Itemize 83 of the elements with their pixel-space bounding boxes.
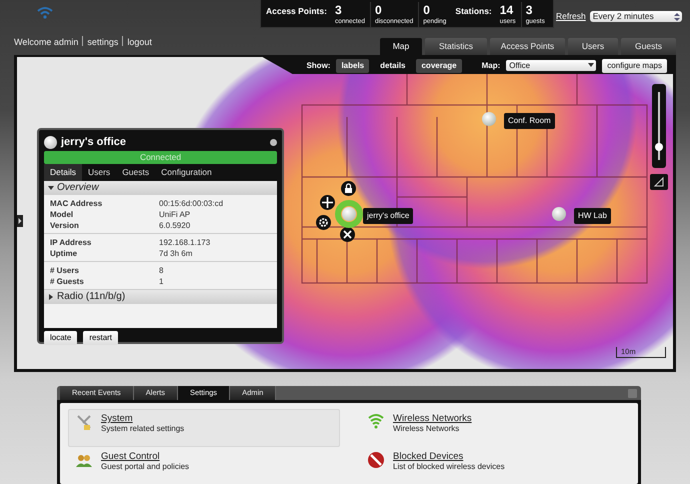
tab[interactable]: Guests: [116, 164, 156, 181]
tab[interactable]: Statistics: [425, 38, 487, 55]
dropdown-caret-icon: [674, 12, 680, 21]
access-point-label: Conf. Room: [504, 113, 555, 129]
settings-link[interactable]: Guest Control: [101, 451, 190, 462]
map-label: Map:: [482, 60, 500, 72]
tab[interactable]: Access Points: [490, 38, 565, 55]
wifi-signal-icon: [367, 413, 385, 431]
field-label: IP Address: [50, 237, 92, 248]
expanded-caret-icon: [48, 185, 54, 191]
settings-description: Wireless Networks: [393, 424, 460, 434]
collapsed-caret-icon: [48, 294, 54, 300]
field-value: 6.0.5920: [159, 220, 190, 231]
header-link[interactable]: settings: [87, 36, 118, 49]
tools-icon: [75, 413, 93, 431]
access-point-icon: [44, 136, 57, 148]
field-label: # Guests: [50, 276, 85, 287]
field-label: Model: [50, 209, 74, 220]
settings-link[interactable]: Blocked Devices: [393, 451, 505, 462]
settings-icon[interactable]: [316, 215, 331, 230]
wifi-logo-icon: [36, 5, 54, 19]
lock-icon[interactable]: [341, 181, 356, 196]
field-label: MAC Address: [50, 198, 104, 209]
field-label: # Users: [50, 265, 80, 276]
field-value: 1: [159, 276, 164, 287]
move-icon[interactable]: [320, 195, 335, 210]
dropdown-caret-icon: [588, 62, 594, 68]
stat-value: 3: [526, 3, 534, 17]
field-label: Version: [50, 220, 80, 231]
stat-value: 14: [500, 3, 514, 17]
settings-description: List of blocked wireless devices: [393, 462, 505, 472]
field-value: 00:15:6d:00:03:cd: [159, 198, 224, 209]
zoom-slider-thumb[interactable]: [655, 143, 663, 152]
welcome-text: Welcome admin: [14, 36, 78, 48]
access-point-label: HW Lab: [574, 208, 611, 224]
close-icon[interactable]: [270, 138, 277, 146]
tab[interactable]: Users: [82, 164, 116, 181]
stats-label: Access Points:: [265, 5, 328, 18]
stat-value: 0: [423, 3, 431, 17]
tab[interactable]: Configuration: [155, 164, 218, 181]
field-value: 192.168.1.173: [159, 237, 210, 248]
show-label: Show:: [306, 60, 330, 72]
status-bar: Connected: [44, 151, 277, 164]
tab[interactable]: Details: [44, 164, 82, 181]
tab[interactable]: Guests: [621, 38, 676, 55]
panel-button[interactable]: locate: [44, 331, 78, 345]
panel-button[interactable]: restart: [83, 331, 118, 345]
collapse-handle-icon[interactable]: [17, 215, 23, 227]
show-toggle[interactable]: coverage: [416, 58, 462, 72]
close-icon[interactable]: [340, 227, 355, 242]
field-value: UniFi AP: [159, 209, 190, 220]
refresh-select[interactable]: Every 2 minutes: [590, 10, 682, 22]
refresh-link[interactable]: Refresh: [556, 10, 586, 23]
zoom-slider[interactable]: [652, 84, 666, 168]
stat-value: 0: [374, 3, 383, 17]
field-value: 7d 3h 6m: [159, 248, 192, 259]
section-title: Overview: [57, 181, 99, 195]
section-title: Radio (11n/b/g): [57, 290, 126, 304]
settings-item[interactable]: Blocked Devices List of blocked wireless devices: [360, 447, 632, 484]
stats-label: Stations:: [454, 5, 493, 18]
map-select[interactable]: Office: [506, 60, 596, 71]
tab[interactable]: Users: [568, 38, 618, 55]
configure-maps-button[interactable]: configure maps: [602, 58, 667, 72]
section-header[interactable]: Radio (11n/b/g): [44, 290, 277, 304]
field-label: Uptime: [50, 248, 78, 259]
field-value: 8: [159, 265, 164, 276]
access-point-label: jerry's office: [363, 208, 414, 224]
settings-link[interactable]: System: [101, 413, 184, 424]
tab[interactable]: Map: [380, 38, 422, 55]
settings-description: System related settings: [101, 424, 184, 434]
settings-item[interactable]: Guest Control Guest portal and policies: [68, 447, 340, 484]
settings-item[interactable]: Wireless Networks Wireless Networks: [360, 409, 632, 447]
show-toggle[interactable]: details: [375, 58, 410, 72]
stat-value: 3: [334, 3, 343, 17]
show-toggle[interactable]: labels: [336, 58, 370, 72]
settings-link[interactable]: Wireless Networks: [393, 413, 472, 424]
header-link[interactable]: logout: [127, 36, 152, 49]
section-header[interactable]: Overview: [44, 181, 277, 195]
settings-item[interactable]: System System related settings: [68, 409, 340, 447]
settings-description: Guest portal and policies: [101, 462, 190, 472]
panel-title: jerry's office: [61, 134, 126, 150]
ruler-icon[interactable]: [650, 174, 668, 190]
blocked-icon: [367, 451, 385, 469]
